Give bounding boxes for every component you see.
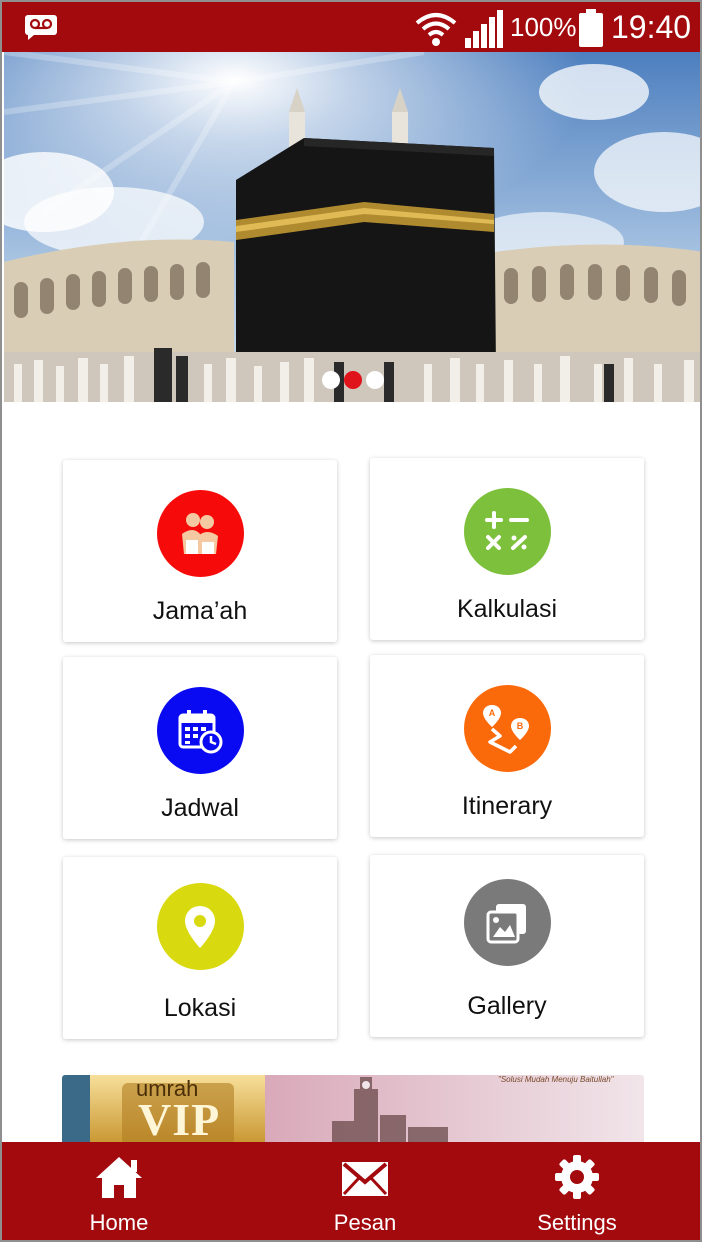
voicemail-icon <box>25 15 57 40</box>
gear-icon <box>555 1155 599 1199</box>
menu-card-itinerary[interactable]: A B Itinerary <box>370 655 644 837</box>
nav-settings[interactable]: Settings <box>497 1142 657 1240</box>
menu-card-jadwal[interactable]: Jadwal <box>63 657 337 839</box>
app-screen: 100% 19:40 Jama’ah Kalkulasi Jadwal A B … <box>0 0 702 1242</box>
menu-label: Gallery <box>467 992 547 1020</box>
promo-tagline: "Solusi Mudah Menuju Baitullah" <box>498 1075 614 1084</box>
menu-label: Itinerary <box>461 792 553 820</box>
menu-card-lokasi[interactable]: Lokasi <box>63 857 337 1039</box>
mail-icon <box>342 1162 388 1196</box>
nav-pesan[interactable]: Pesan <box>285 1142 445 1240</box>
bottom-navigation: Home Pesan Settings <box>2 1142 700 1240</box>
svg-text:A: A <box>489 708 496 718</box>
menu-card-kalkulasi[interactable]: Kalkulasi <box>370 458 644 640</box>
pilgrims-icon <box>156 490 244 577</box>
calendar-icon <box>156 687 244 774</box>
menu-label: Jadwal <box>161 794 239 822</box>
hero-banner[interactable] <box>4 52 700 402</box>
nav-label: Settings <box>537 1210 617 1235</box>
status-bar: 100% 19:40 <box>2 2 700 52</box>
menu-label: Lokasi <box>163 994 237 1022</box>
menu-card-jamaah[interactable]: Jama’ah <box>63 460 337 642</box>
battery-icon <box>579 9 603 47</box>
carousel-dot[interactable] <box>322 371 340 389</box>
promo-banner[interactable]: umrah VIP "Solusi Mudah Menuju Baitullah… <box>62 1075 644 1145</box>
carousel-dot[interactable] <box>366 371 384 389</box>
menu-label: Jama’ah <box>152 597 248 625</box>
nav-home[interactable]: Home <box>39 1142 199 1240</box>
location-pin-icon <box>156 883 244 970</box>
gallery-icon <box>463 879 551 966</box>
wifi-icon <box>415 13 457 46</box>
carousel-indicator[interactable] <box>322 371 384 389</box>
battery-percentage: 100% <box>510 12 577 42</box>
svg-text:B: B <box>517 721 524 731</box>
menu-label: Kalkulasi <box>456 595 558 623</box>
signal-icon <box>465 10 503 48</box>
route-icon: A B <box>463 685 551 772</box>
kaaba-photo <box>4 52 700 402</box>
calculator-icon <box>463 488 551 575</box>
clock: 19:40 <box>611 9 692 45</box>
carousel-dot-active[interactable] <box>344 371 362 389</box>
promo-badge-main: VIP <box>138 1094 221 1145</box>
home-icon <box>96 1157 142 1198</box>
nav-label: Home <box>89 1210 149 1235</box>
nav-label: Pesan <box>333 1210 397 1235</box>
menu-card-gallery[interactable]: Gallery <box>370 855 644 1037</box>
